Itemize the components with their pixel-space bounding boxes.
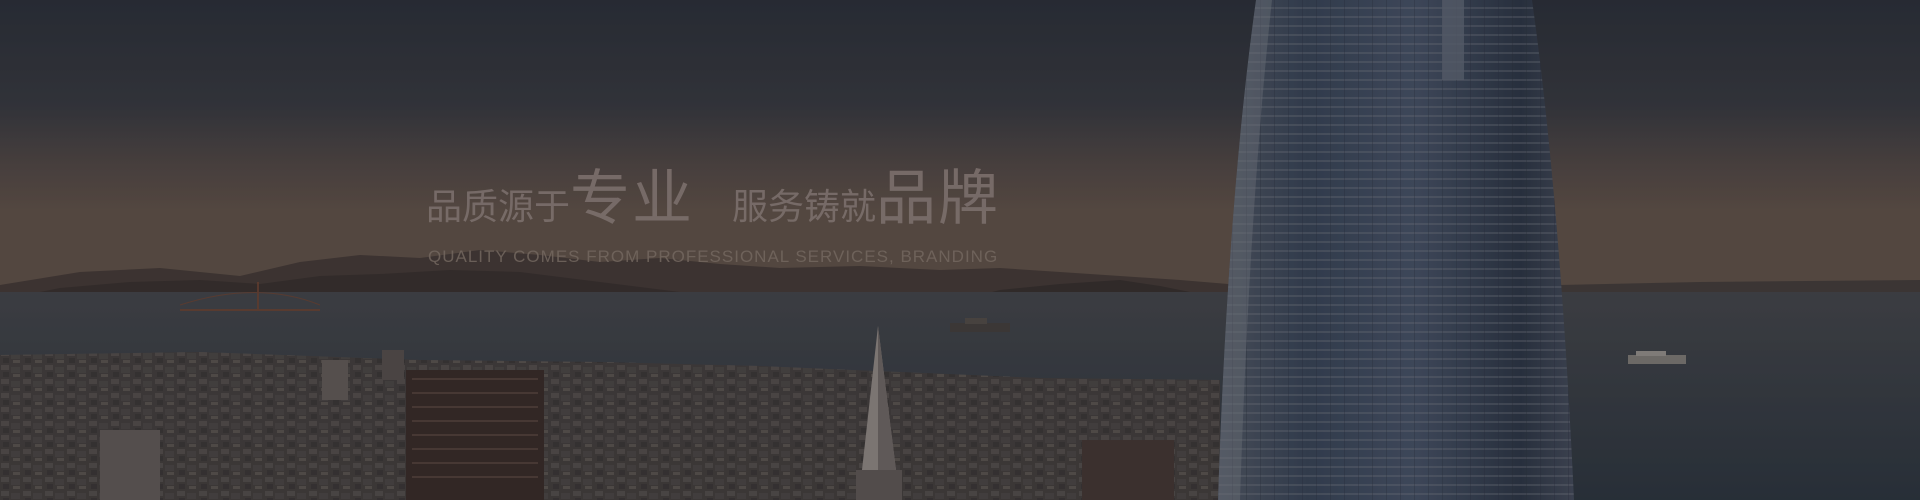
slogan-part1-big: 专业: [570, 164, 695, 234]
slogan-part1-small: 品质源于: [426, 187, 571, 228]
slogan-part2-big: 品牌: [876, 164, 1001, 234]
slogan-part2-small: 服务铸就: [732, 187, 877, 228]
hero-banner: 品质源于 专业 服务铸就 品牌 QUALITY COMES FROM PROFE…: [0, 0, 1920, 500]
slogan-block: 品质源于 专业 服务铸就 品牌 QUALITY COMES FROM PROFE…: [426, 150, 1026, 267]
slogan-headline: 品质源于 专业 服务铸就 品牌: [426, 150, 1026, 237]
slogan-subtitle: QUALITY COMES FROM PROFESSIONAL SERVICES…: [428, 247, 999, 266]
